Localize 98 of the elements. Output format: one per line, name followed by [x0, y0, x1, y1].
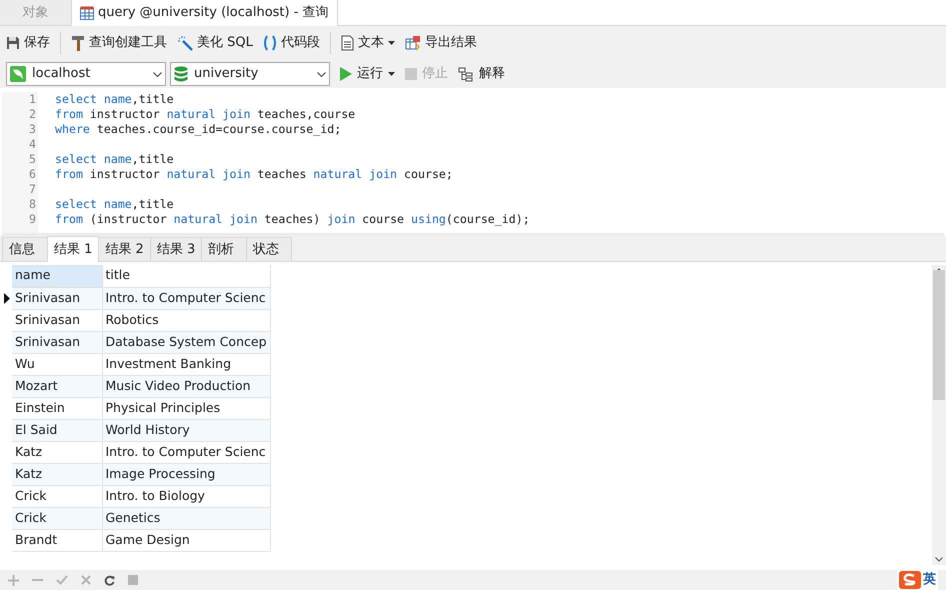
table-cell: Intro. to Computer Scienc: [102, 441, 270, 463]
table-cell: Wu: [12, 353, 102, 375]
sql-keyword: where: [55, 122, 90, 136]
table-cell: Crick: [12, 485, 102, 507]
toolbar-button[interactable]: 代码段: [262, 31, 320, 55]
sql-keyword: select name: [55, 92, 132, 106]
table-cell: Investment Banking: [102, 353, 270, 375]
document-tab[interactable]: query @university (localhost) - 查询: [72, 0, 338, 26]
parentheses-icon: [262, 35, 277, 51]
table-cell: Robotics: [102, 309, 270, 331]
line-number: 5: [29, 152, 36, 167]
toolbar-button[interactable]: 导出结果: [404, 31, 477, 55]
line-number: 6: [29, 167, 36, 182]
flowchart-icon: [458, 66, 474, 82]
code-text: ,title: [132, 152, 174, 166]
table-cell: Image Processing: [102, 463, 270, 485]
code-text: teaches): [263, 212, 322, 226]
table-cell: Einstein: [12, 397, 102, 419]
line-number: 7: [29, 182, 36, 197]
result-tab[interactable]: 结果 3: [150, 237, 202, 261]
table-cell: Database System Concep: [102, 331, 270, 353]
sql-keyword: from: [55, 107, 83, 121]
table-cell: El Said: [12, 419, 102, 441]
result-tab[interactable]: 状态: [246, 237, 292, 261]
database-dropdown[interactable]: university: [170, 62, 330, 86]
chevron-down-icon: [153, 72, 162, 76]
column-header[interactable]: name: [12, 265, 102, 287]
toolbar-button[interactable]: 查询创建工具: [71, 31, 167, 55]
result-tab[interactable]: 信息: [2, 237, 48, 261]
code-text: teaches: [256, 167, 308, 181]
chevron-down-icon: [317, 72, 326, 76]
code-text: ,title: [132, 92, 174, 106]
code-text: teaches.course_id=course.course_id;: [96, 122, 342, 136]
table-cell: Intro. to Biology: [102, 485, 270, 507]
code-text: teaches,course: [256, 107, 356, 121]
play-icon: [340, 67, 352, 81]
table-cell: Srinivasan: [12, 331, 102, 353]
code-text: instructor: [88, 107, 161, 121]
caret-icon: [388, 41, 395, 45]
document-icon: [340, 35, 354, 51]
line-number: 3: [29, 122, 36, 137]
table-cell: Music Video Production: [102, 375, 270, 397]
code-text: (instructor: [88, 212, 168, 226]
sql-keyword: natural join: [166, 107, 250, 121]
toolbar-button[interactable]: 解释: [458, 62, 505, 86]
line-number: 9: [29, 212, 36, 227]
table-cell: Game Design: [102, 529, 270, 551]
line-number: 1: [29, 92, 36, 107]
sql-keyword: from: [55, 212, 83, 226]
row-pointer-icon: [4, 292, 10, 304]
refresh-icon[interactable]: [104, 574, 115, 586]
line-number: 4: [29, 137, 36, 152]
sql-keyword: from: [55, 167, 83, 181]
line-number: 2: [29, 107, 36, 122]
sql-keyword: natural join: [166, 167, 250, 181]
input-method-indicator[interactable]: 英: [897, 570, 938, 590]
result-tab[interactable]: 结果 1: [47, 236, 100, 262]
code-text: instructor: [88, 167, 161, 181]
table-cell: Mozart: [12, 375, 102, 397]
sql-keyword: join: [327, 212, 356, 226]
table-cell: Genetics: [102, 507, 270, 529]
table-cell: Crick: [12, 507, 102, 529]
stop-icon: [405, 68, 417, 80]
sql-keyword: using: [411, 212, 446, 226]
sql-keyword: select name: [55, 197, 132, 211]
sql-editor[interactable]: [2, 90, 944, 236]
line-number: 8: [29, 197, 36, 212]
table-cell: Brandt: [12, 529, 102, 551]
result-tab[interactable]: 结果 2: [98, 237, 151, 261]
table-cell: Physical Principles: [102, 397, 270, 419]
hammer-icon: [71, 35, 85, 51]
sql-keyword: natural join: [313, 167, 398, 181]
database-icon: [174, 66, 188, 82]
result-tab[interactable]: 剖析: [201, 237, 248, 261]
sql-keyword: select name: [55, 152, 132, 166]
scrollbar[interactable]: [932, 265, 946, 565]
toolbar-button[interactable]: 运行: [340, 62, 395, 86]
toolbar-button[interactable]: 文本: [340, 31, 395, 55]
connection-dropdown[interactable]: localhost: [6, 62, 166, 86]
code-text: (course_id);: [446, 212, 530, 226]
code-text: course: [361, 212, 406, 226]
sql-keyword: natural join: [174, 212, 258, 226]
caret-icon: [388, 72, 395, 76]
chevron-down-icon[interactable]: [935, 557, 943, 562]
column-header[interactable]: title: [102, 265, 270, 287]
code-text: ,title: [132, 197, 174, 211]
code-text: course;: [403, 167, 453, 181]
table-cell: Srinivasan: [12, 309, 102, 331]
table-icon: [80, 6, 94, 20]
table-cell: Katz: [12, 441, 102, 463]
magic-wand-icon: [177, 35, 193, 51]
table-cell: Katz: [12, 463, 102, 485]
table-cell: Intro. to Computer Scienc: [102, 287, 270, 309]
toolbar-button[interactable]: 美化 SQL: [177, 31, 253, 55]
table-export-icon: [404, 35, 421, 51]
table-cell: Srinivasan: [12, 287, 102, 309]
toolbar-button[interactable]: 保存: [6, 31, 50, 55]
table-cell: World History: [102, 419, 270, 441]
